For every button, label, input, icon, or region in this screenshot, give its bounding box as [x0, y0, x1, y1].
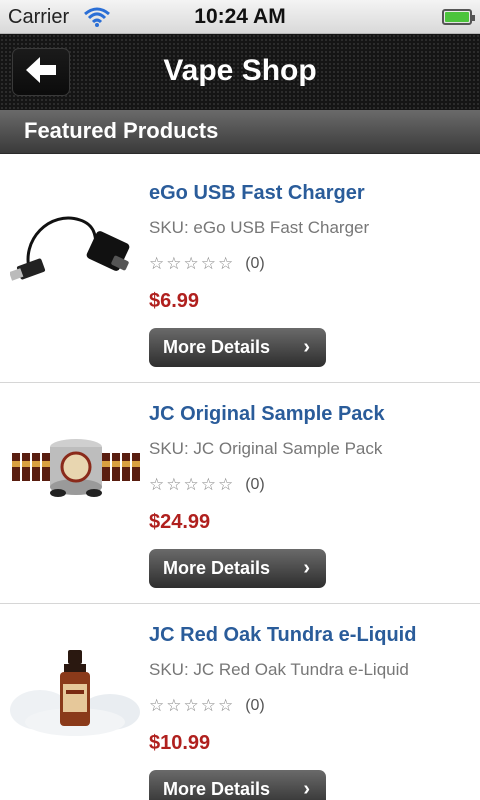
chevron-right-icon: › — [303, 557, 310, 579]
product-price: $10.99 — [149, 732, 211, 754]
product-sku: SKU: eGo USB Fast Charger — [149, 218, 370, 237]
clock: 10:24 AM — [194, 5, 286, 28]
battery-icon — [442, 9, 475, 25]
product-sku: SKU: JC Red Oak Tundra e-Liquid — [149, 660, 409, 679]
section-header: Featured Products — [0, 110, 480, 154]
more-details-label: More Details — [163, 558, 271, 578]
eliquid-bottle-image — [10, 640, 140, 740]
usb-charger-image — [8, 200, 140, 300]
product-price: $24.99 — [149, 511, 211, 533]
rating-stars-icon: ☆☆☆☆☆ — [149, 696, 236, 715]
product-name[interactable]: JC Red Oak Tundra e-Liquid — [149, 624, 416, 647]
rating: ☆☆☆☆☆ (0) — [149, 696, 265, 716]
chevron-right-icon: › — [303, 778, 310, 800]
chevron-right-icon: › — [303, 336, 310, 358]
page-title: Vape Shop — [163, 54, 317, 87]
product-item[interactable]: JC Original Sample Pack SKU: JC Original… — [0, 383, 480, 604]
battery-fill — [445, 12, 469, 22]
product-item[interactable]: eGo USB Fast Charger SKU: eGo USB Fast C… — [0, 162, 480, 383]
rating: ☆☆☆☆☆ (0) — [149, 475, 265, 495]
rating-count: (0) — [245, 476, 265, 493]
sample-pack-image — [10, 423, 140, 523]
rating-count: (0) — [245, 255, 265, 272]
rating-count: (0) — [245, 697, 265, 714]
navigation-bar: Vape Shop — [0, 34, 480, 110]
product-name[interactable]: JC Original Sample Pack — [149, 403, 385, 426]
status-bar: Carrier 10:24 AM — [0, 0, 480, 34]
more-details-button[interactable]: More Details › — [149, 328, 326, 367]
product-item[interactable]: JC Red Oak Tundra e-Liquid SKU: JC Red O… — [0, 604, 480, 800]
more-details-label: More Details — [163, 779, 271, 799]
rating: ☆☆☆☆☆ (0) — [149, 254, 265, 274]
more-details-button[interactable]: More Details › — [149, 770, 326, 800]
rating-stars-icon: ☆☆☆☆☆ — [149, 254, 236, 273]
more-details-label: More Details — [163, 337, 271, 357]
product-price: $6.99 — [149, 290, 200, 312]
more-details-button[interactable]: More Details › — [149, 549, 326, 588]
section-title: Featured Products — [24, 118, 219, 143]
product-name[interactable]: eGo USB Fast Charger — [149, 182, 365, 205]
product-sku: SKU: JC Original Sample Pack — [149, 439, 383, 458]
rating-stars-icon: ☆☆☆☆☆ — [149, 475, 236, 494]
battery-nub — [472, 15, 475, 21]
